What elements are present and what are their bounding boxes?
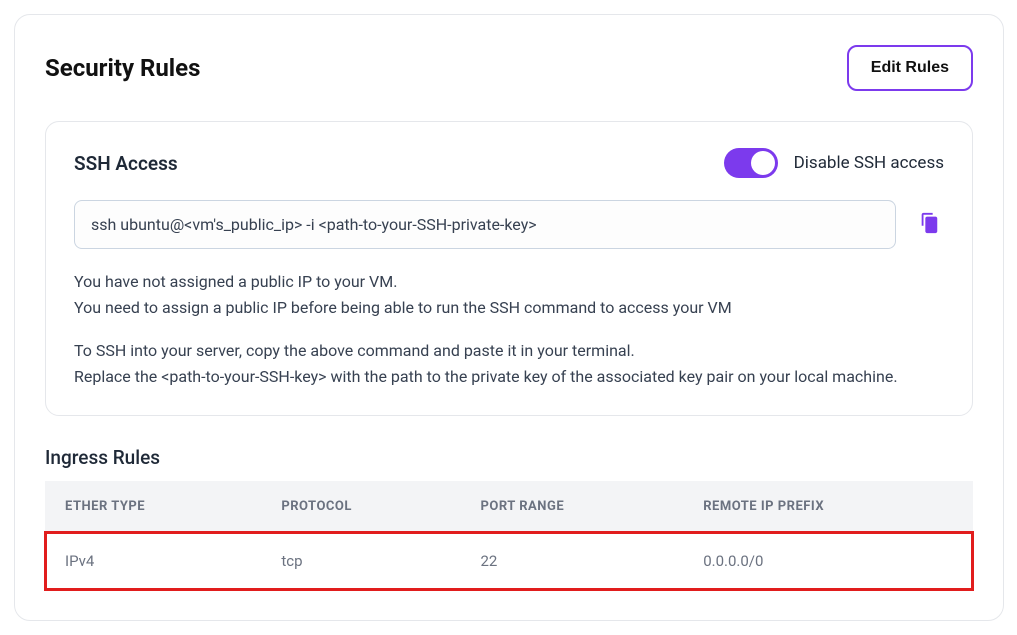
ingress-rules-table: ETHER TYPE PROTOCOL PORT RANGE REMOTE IP… — [45, 481, 973, 590]
cell-port-range: 22 — [460, 532, 683, 590]
col-ether-type: ETHER TYPE — [45, 481, 261, 532]
ssh-warn-line1: You have not assigned a public IP to you… — [74, 272, 397, 291]
ssh-card-header: SSH Access Disable SSH access — [74, 148, 944, 178]
ssh-warn-line2: You need to assign a public IP before be… — [74, 298, 732, 317]
cell-protocol: tcp — [261, 532, 460, 590]
ssh-toggle-label: Disable SSH access — [794, 153, 944, 173]
ssh-toggle-group: Disable SSH access — [724, 148, 944, 178]
ssh-warning: You have not assigned a public IP to you… — [74, 269, 944, 320]
table-row: IPv4 tcp 22 0.0.0.0/0 — [45, 532, 973, 590]
panel-header: Security Rules Edit Rules — [45, 45, 973, 91]
ssh-info-block: You have not assigned a public IP to you… — [74, 269, 944, 389]
table-header-row: ETHER TYPE PROTOCOL PORT RANGE REMOTE IP… — [45, 481, 973, 532]
ssh-access-card: SSH Access Disable SSH access ssh ubuntu… — [45, 121, 973, 416]
edit-rules-button[interactable]: Edit Rules — [847, 45, 973, 91]
ssh-help-line1: To SSH into your server, copy the above … — [74, 341, 635, 360]
copy-icon — [918, 212, 940, 237]
ssh-disable-toggle[interactable] — [724, 148, 778, 178]
col-protocol: PROTOCOL — [261, 481, 460, 532]
cell-remote-ip: 0.0.0.0/0 — [683, 532, 973, 590]
copy-command-button[interactable] — [914, 208, 944, 241]
page-title: Security Rules — [45, 54, 200, 82]
ssh-command-row: ssh ubuntu@<vm's_public_ip> -i <path-to-… — [74, 200, 944, 249]
ssh-help: To SSH into your server, copy the above … — [74, 338, 944, 389]
ssh-help-line2: Replace the <path-to-your-SSH-key> with … — [74, 367, 898, 386]
cell-ether-type: IPv4 — [45, 532, 261, 590]
ssh-command-box[interactable]: ssh ubuntu@<vm's_public_ip> -i <path-to-… — [74, 200, 896, 249]
col-remote-ip: REMOTE IP PREFIX — [683, 481, 973, 532]
col-port-range: PORT RANGE — [460, 481, 683, 532]
ssh-title: SSH Access — [74, 152, 178, 175]
security-rules-panel: Security Rules Edit Rules SSH Access Dis… — [14, 14, 1004, 621]
ingress-title: Ingress Rules — [45, 446, 973, 469]
